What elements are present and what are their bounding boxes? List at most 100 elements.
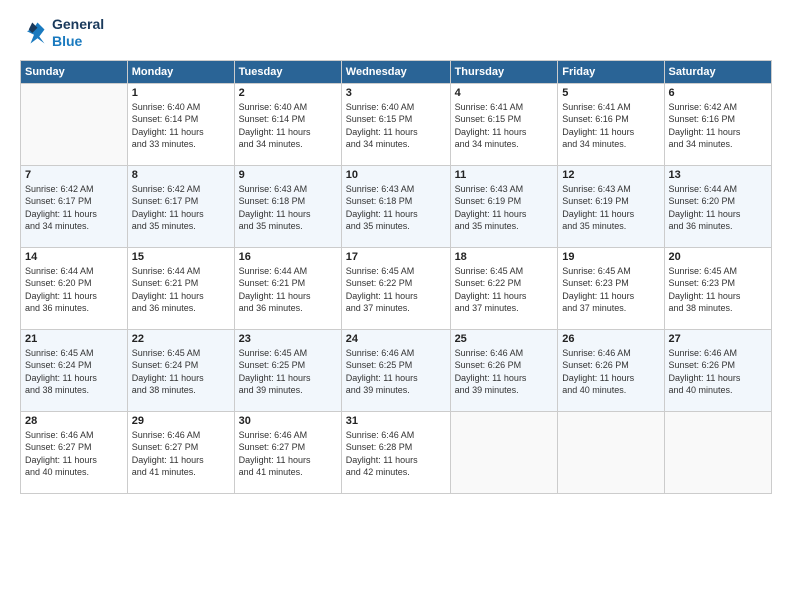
calendar-header-row: SundayMondayTuesdayWednesdayThursdayFrid… [21,60,772,83]
day-info: Sunrise: 6:45 AMSunset: 6:24 PMDaylight:… [132,347,230,397]
calendar-cell: 24 Sunrise: 6:46 AMSunset: 6:25 PMDayligh… [341,329,450,411]
calendar-cell: 5 Sunrise: 6:41 AMSunset: 6:16 PMDaylight… [558,83,664,165]
day-number: 18 [455,251,554,263]
day-number: 5 [562,87,659,99]
day-info: Sunrise: 6:43 AMSunset: 6:18 PMDaylight:… [239,183,337,233]
calendar-cell: 28 Sunrise: 6:46 AMSunset: 6:27 PMDayligh… [21,411,128,493]
calendar-cell: 9 Sunrise: 6:43 AMSunset: 6:18 PMDaylight… [234,165,341,247]
day-number: 4 [455,87,554,99]
day-number: 17 [346,251,446,263]
day-info: Sunrise: 6:43 AMSunset: 6:19 PMDaylight:… [455,183,554,233]
calendar-cell [664,411,771,493]
calendar-cell: 27 Sunrise: 6:46 AMSunset: 6:26 PMDayligh… [664,329,771,411]
calendar-cell: 3 Sunrise: 6:40 AMSunset: 6:15 PMDaylight… [341,83,450,165]
calendar-cell: 13 Sunrise: 6:44 AMSunset: 6:20 PMDayligh… [664,165,771,247]
calendar-cell: 10 Sunrise: 6:43 AMSunset: 6:18 PMDayligh… [341,165,450,247]
calendar-cell: 15Sunrise: 6:44 AMSunset: 6:21 PMDayligh… [127,247,234,329]
calendar-cell: 31 Sunrise: 6:46 AMSunset: 6:28 PMDayligh… [341,411,450,493]
day-number: 8 [132,169,230,181]
day-info: Sunrise: 6:44 AMSunset: 6:21 PMDaylight:… [239,265,337,315]
day-number: 6 [669,87,767,99]
day-number: 24 [346,333,446,345]
day-info: Sunrise: 6:46 AMSunset: 6:27 PMDaylight:… [132,429,230,479]
day-number: 13 [669,169,767,181]
day-info: Sunrise: 6:44 AMSunset: 6:20 PMDaylight:… [669,183,767,233]
calendar-cell: 1Sunrise: 6:40 AMSunset: 6:14 PMDaylight… [127,83,234,165]
day-info: Sunrise: 6:44 AMSunset: 6:20 PMDaylight:… [25,265,123,315]
day-info: Sunrise: 6:46 AMSunset: 6:28 PMDaylight:… [346,429,446,479]
calendar-cell: 19 Sunrise: 6:45 AMSunset: 6:23 PMDayligh… [558,247,664,329]
day-info: Sunrise: 6:45 AMSunset: 6:24 PMDaylight:… [25,347,123,397]
day-info: Sunrise: 6:43 AMSunset: 6:18 PMDaylight:… [346,183,446,233]
day-number: 21 [25,333,123,345]
day-info: Sunrise: 6:46 AMSunset: 6:26 PMDaylight:… [669,347,767,397]
calendar-table: SundayMondayTuesdayWednesdayThursdayFrid… [20,60,772,494]
day-info: Sunrise: 6:42 AMSunset: 6:17 PMDaylight:… [132,183,230,233]
calendar-cell [450,411,558,493]
day-info: Sunrise: 6:40 AMSunset: 6:15 PMDaylight:… [346,101,446,151]
day-info: Sunrise: 6:44 AMSunset: 6:21 PMDaylight:… [132,265,230,315]
weekday-header: Wednesday [341,60,450,83]
day-info: Sunrise: 6:43 AMSunset: 6:19 PMDaylight:… [562,183,659,233]
day-number: 23 [239,333,337,345]
logo-icon [20,19,48,47]
day-info: Sunrise: 6:46 AMSunset: 6:27 PMDaylight:… [239,429,337,479]
calendar-cell: 2Sunrise: 6:40 AMSunset: 6:14 PMDaylight… [234,83,341,165]
weekday-header: Friday [558,60,664,83]
calendar-cell: 16 Sunrise: 6:44 AMSunset: 6:21 PMDayligh… [234,247,341,329]
calendar-cell: 11 Sunrise: 6:43 AMSunset: 6:19 PMDayligh… [450,165,558,247]
logo: General Blue [20,16,104,50]
day-info: Sunrise: 6:42 AMSunset: 6:16 PMDaylight:… [669,101,767,151]
calendar-cell: 21 Sunrise: 6:45 AMSunset: 6:24 PMDayligh… [21,329,128,411]
weekday-header: Monday [127,60,234,83]
calendar-cell: 4 Sunrise: 6:41 AMSunset: 6:15 PMDaylight… [450,83,558,165]
day-info: Sunrise: 6:46 AMSunset: 6:27 PMDaylight:… [25,429,123,479]
day-info: Sunrise: 6:46 AMSunset: 6:26 PMDaylight:… [562,347,659,397]
day-info: Sunrise: 6:45 AMSunset: 6:22 PMDaylight:… [346,265,446,315]
calendar-cell: 26 Sunrise: 6:46 AMSunset: 6:26 PMDayligh… [558,329,664,411]
calendar-cell: 30 Sunrise: 6:46 AMSunset: 6:27 PMDayligh… [234,411,341,493]
calendar-cell: 12Sunrise: 6:43 AMSunset: 6:19 PMDayligh… [558,165,664,247]
day-info: Sunrise: 6:45 AMSunset: 6:23 PMDaylight:… [562,265,659,315]
day-number: 29 [132,415,230,427]
day-number: 11 [455,169,554,181]
day-number: 7 [25,169,123,181]
day-number: 27 [669,333,767,345]
day-number: 3 [346,87,446,99]
day-number: 10 [346,169,446,181]
calendar-cell: 23 Sunrise: 6:45 AMSunset: 6:25 PMDayligh… [234,329,341,411]
calendar-cell: 8 Sunrise: 6:42 AMSunset: 6:17 PMDaylight… [127,165,234,247]
day-number: 25 [455,333,554,345]
day-number: 16 [239,251,337,263]
day-info: Sunrise: 6:40 AMSunset: 6:14 PMDaylight:… [239,101,337,151]
day-info: Sunrise: 6:46 AMSunset: 6:25 PMDaylight:… [346,347,446,397]
calendar-cell: 14 Sunrise: 6:44 AMSunset: 6:20 PMDayligh… [21,247,128,329]
day-number: 9 [239,169,337,181]
calendar-cell [558,411,664,493]
day-info: Sunrise: 6:41 AMSunset: 6:15 PMDaylight:… [455,101,554,151]
day-info: Sunrise: 6:45 AMSunset: 6:25 PMDaylight:… [239,347,337,397]
weekday-header: Sunday [21,60,128,83]
day-info: Sunrise: 6:41 AMSunset: 6:16 PMDaylight:… [562,101,659,151]
day-info: Sunrise: 6:46 AMSunset: 6:26 PMDaylight:… [455,347,554,397]
calendar-cell: 18 Sunrise: 6:45 AMSunset: 6:22 PMDayligh… [450,247,558,329]
calendar-cell: 6 Sunrise: 6:42 AMSunset: 6:16 PMDaylight… [664,83,771,165]
weekday-header: Thursday [450,60,558,83]
day-number: 19 [562,251,659,263]
day-info: Sunrise: 6:40 AMSunset: 6:14 PMDaylight:… [132,101,230,151]
weekday-header: Saturday [664,60,771,83]
calendar-cell: 7Sunrise: 6:42 AMSunset: 6:17 PMDaylight… [21,165,128,247]
page: General Blue SundayMondayTuesdayWednesda… [0,0,792,612]
calendar-cell: 29 Sunrise: 6:46 AMSunset: 6:27 PMDayligh… [127,411,234,493]
day-number: 14 [25,251,123,263]
day-info: Sunrise: 6:45 AMSunset: 6:22 PMDaylight:… [455,265,554,315]
day-number: 26 [562,333,659,345]
day-number: 28 [25,415,123,427]
day-number: 31 [346,415,446,427]
calendar-cell: 25 Sunrise: 6:46 AMSunset: 6:26 PMDayligh… [450,329,558,411]
calendar-cell [21,83,128,165]
day-number: 20 [669,251,767,263]
day-number: 22 [132,333,230,345]
day-number: 30 [239,415,337,427]
header: General Blue [20,16,772,50]
